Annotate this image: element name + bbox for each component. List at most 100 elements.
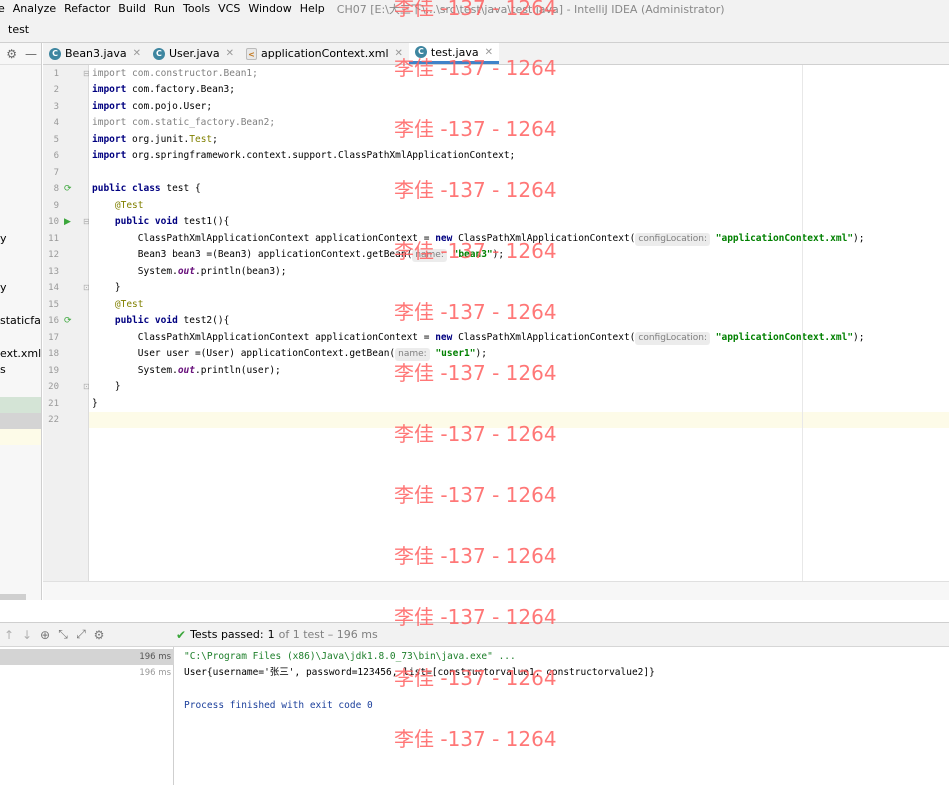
parameter-hint: configLocation: — [635, 332, 711, 345]
menu-item-window[interactable]: Window — [244, 2, 295, 15]
java-class-icon: C — [152, 47, 165, 60]
code-text: org.junit. — [126, 134, 190, 145]
gear-icon[interactable]: ⚙ — [6, 47, 17, 61]
code-text: org.springframework.context.support.Clas… — [126, 150, 516, 161]
tab-applicationcontext-xml[interactable]: < applicationContext.xml ✕ — [240, 43, 409, 64]
project-tree-selected-row[interactable] — [0, 413, 41, 429]
previous-failed-icon[interactable]: ↑ — [0, 628, 18, 642]
line-number: 21 — [48, 399, 59, 409]
line-number: 2 — [53, 85, 59, 95]
tab-label: User.java — [168, 47, 220, 60]
line-number: 11 — [48, 234, 59, 244]
code-text: com.static_factory.Bean2; — [126, 117, 276, 128]
keyword: new — [435, 332, 453, 343]
collapse-icon[interactable]: ⤡ — [54, 627, 72, 642]
keyword: import — [92, 68, 127, 79]
code-text: System. — [137, 266, 178, 277]
keyword: import — [92, 101, 127, 112]
test-duration: 196 ms — [139, 652, 171, 662]
code-text: } — [114, 381, 121, 392]
menu-item-vcs[interactable]: VCS — [214, 2, 244, 15]
code-line: import org.junit.Test; — [92, 132, 218, 148]
project-tree-item[interactable]: y — [0, 281, 41, 294]
keyword: import — [92, 150, 127, 161]
line-number: 1 — [53, 69, 59, 79]
project-tree-highlight — [0, 397, 41, 413]
code-line: ClassPathXmlApplicationContext applicati… — [92, 330, 865, 346]
hide-panel-icon[interactable]: — — [25, 47, 37, 61]
menu-item-build[interactable]: Build — [114, 2, 150, 15]
static-field: out — [177, 365, 195, 376]
next-failed-icon[interactable]: ↓ — [18, 628, 36, 642]
code-text: com.factory.Bean3; — [126, 84, 235, 95]
keyword: import — [92, 117, 127, 128]
menu-item-refactor[interactable]: Refactor — [60, 2, 114, 15]
code-line: public void test2(){ — [92, 313, 229, 329]
code-line: System.out.println(bean3); — [92, 264, 287, 280]
project-tree-item[interactable]: ext.xml — [0, 347, 41, 360]
line-number: 8 — [53, 184, 59, 194]
test-status: ✔ Tests passed: 1 of 1 test – 196 ms — [176, 628, 378, 642]
search-icon[interactable]: ⊕ — [36, 628, 54, 642]
menu-item-analyze[interactable]: Analyze — [9, 2, 60, 15]
line-number: 9 — [53, 201, 59, 211]
watermark: 李佳 -137 - 1264 — [394, 422, 557, 446]
project-tree-item[interactable]: y — [0, 232, 41, 245]
annotation: Test — [189, 134, 213, 145]
code-text: test1(){ — [177, 216, 230, 227]
watermark: 李佳 -137 - 1264 — [394, 666, 557, 690]
line-number: 13 — [48, 267, 59, 277]
run-test-icon[interactable]: ⟳ — [64, 313, 74, 329]
project-tree-item[interactable]: s — [0, 363, 41, 376]
close-icon[interactable]: ✕ — [133, 48, 141, 59]
parameter-hint: configLocation: — [635, 233, 711, 246]
test-duration: 196 ms — [139, 668, 171, 678]
run-test-icon[interactable]: ▶ — [64, 214, 74, 230]
run-console[interactable]: "C:\Program Files (x86)\Java\jdk1.8.0_73… — [175, 647, 949, 785]
code-line: import com.pojo.User; — [92, 99, 212, 115]
string-literal: "applicationContext.xml" — [715, 332, 854, 343]
menu-item-run[interactable]: Run — [150, 2, 179, 15]
project-tree-item[interactable]: staticfact — [0, 314, 41, 327]
keyword: import — [92, 84, 127, 95]
line-number: 5 — [53, 135, 59, 145]
code-line: public class test { — [92, 181, 201, 197]
watermark: 李佳 -137 - 1264 — [394, 239, 557, 263]
code-line: @Test — [92, 198, 144, 214]
code-text: .println(user); — [194, 365, 281, 376]
code-text: .println(bean3); — [194, 266, 287, 277]
annotation: @Test — [114, 200, 144, 211]
line-number: 15 — [48, 300, 59, 310]
right-margin-guide — [802, 65, 803, 581]
watermark: 李佳 -137 - 1264 — [394, 117, 557, 141]
breadcrumb-project[interactable]: test — [0, 23, 29, 36]
line-number: 4 — [53, 118, 59, 128]
static-field: out — [177, 266, 195, 277]
menu-item-help[interactable]: Help — [296, 2, 329, 15]
line-number: 20 — [48, 382, 59, 392]
gear-icon[interactable]: ⚙ — [90, 628, 108, 642]
close-icon[interactable]: ✕ — [226, 48, 234, 59]
expand-icon[interactable]: ⤢ — [72, 627, 90, 642]
menu-item-tools[interactable]: Tools — [179, 2, 214, 15]
keyword: public void — [114, 315, 178, 326]
status-detail: of 1 test – 196 ms — [278, 628, 378, 641]
run-test-class-icon[interactable]: ⟳ — [64, 181, 74, 197]
test-tree-row[interactable]: 196 ms — [0, 649, 174, 665]
editor-gutter[interactable]: 1 2 3 4 5 6 7 8 9 10 11 12 13 14 15 16 1… — [43, 65, 90, 581]
watermark: 李佳 -137 - 1264 — [394, 544, 557, 568]
code-line: } — [92, 280, 121, 296]
tab-bean3-java[interactable]: C Bean3.java ✕ — [43, 43, 147, 64]
tab-label: applicationContext.xml — [260, 47, 389, 60]
horizontal-scrollbar[interactable] — [0, 594, 26, 600]
menu-item-edit[interactable]: e — [0, 2, 9, 15]
tab-user-java[interactable]: C User.java ✕ — [147, 43, 240, 64]
code-text: } — [92, 398, 98, 409]
watermark: 李佳 -137 - 1264 — [394, 300, 557, 324]
line-number: 3 — [53, 102, 59, 112]
code-line: System.out.println(user); — [92, 363, 281, 379]
code-line: import org.springframework.context.suppo… — [92, 148, 515, 164]
xml-file-icon: < — [245, 47, 257, 60]
watermark: 李佳 -137 - 1264 — [394, 56, 557, 80]
test-tree-row[interactable]: 196 ms — [0, 665, 174, 681]
